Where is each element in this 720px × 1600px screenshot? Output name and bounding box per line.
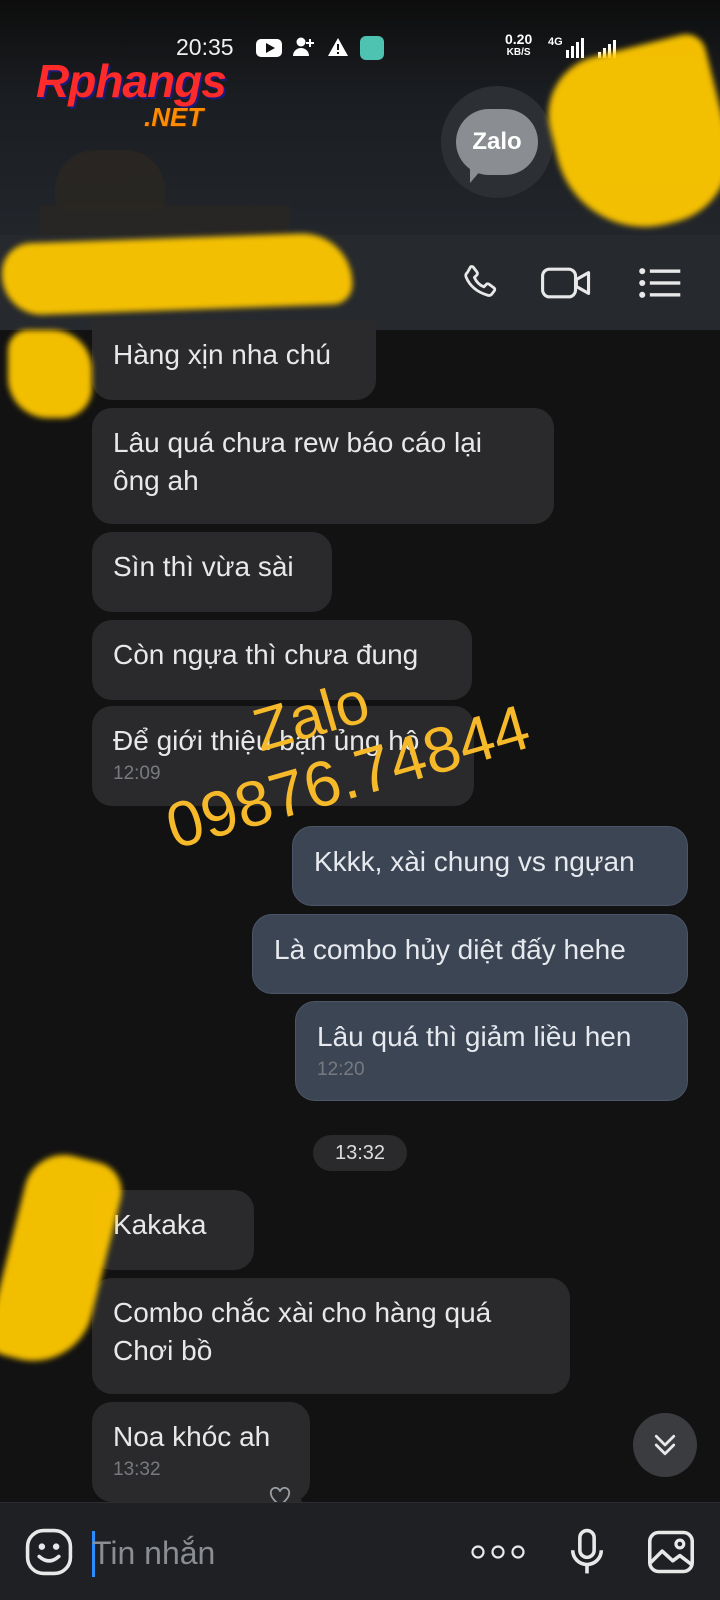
message-outgoing[interactable]: Là combo hủy diệt đấy hehe	[252, 914, 688, 994]
message-text: Lâu quá chưa rew báo cáo lại ông ah	[113, 427, 482, 496]
network-speed-value: 0.20	[505, 31, 533, 47]
message-text: Noa khóc ah	[113, 1421, 271, 1452]
message-text: Combo chắc xài cho hàng quá Chơi bồ	[113, 1297, 492, 1366]
message-time: 12:09	[113, 763, 161, 784]
video-call-button[interactable]	[540, 257, 592, 309]
message-text: Lâu quá thì giảm liều hen	[317, 1021, 632, 1052]
image-icon	[648, 1530, 694, 1574]
message-incoming[interactable]: Còn ngựa thì chưa đung	[92, 620, 472, 700]
message-outgoing[interactable]: Kkkk, xài chung vs ngựan	[292, 826, 688, 906]
message-incoming[interactable]: Lâu quá chưa rew báo cáo lại ông ah	[92, 408, 554, 524]
voice-message-button[interactable]	[560, 1525, 614, 1579]
message-text: Là combo hủy diệt đấy hehe	[274, 934, 626, 965]
site-logo-main: Rphangs	[36, 55, 227, 107]
scroll-down-button[interactable]	[633, 1413, 697, 1477]
microphone-icon	[570, 1528, 604, 1574]
more-icon	[471, 1545, 525, 1559]
site-logo-suffix: .NET	[144, 102, 204, 132]
video-call-icon	[541, 267, 591, 299]
message-time: 13:32	[113, 1459, 161, 1480]
time-separator: 13:32	[313, 1135, 407, 1171]
message-text: Để giới thiệu bạn ủng hộ	[113, 725, 420, 756]
zalo-icon: Zalo	[441, 86, 553, 198]
more-options-button[interactable]	[466, 1525, 530, 1579]
site-logo: Rphangs .NET	[36, 55, 227, 132]
wallpaper-shelf	[40, 205, 290, 235]
warning-icon	[327, 36, 349, 58]
send-image-button[interactable]	[644, 1525, 698, 1579]
menu-button[interactable]	[634, 257, 686, 309]
emoji-button[interactable]	[22, 1525, 76, 1579]
censor-mark-avatar-2	[8, 330, 92, 418]
menu-icon	[639, 268, 681, 298]
message-text: Sìn thì vừa sài	[113, 551, 294, 582]
message-input-bar	[0, 1502, 720, 1600]
emoji-icon	[25, 1528, 73, 1576]
message-incoming[interactable]: Combo chắc xài cho hàng quá Chơi bồ	[92, 1278, 570, 1394]
message-text: Kkkk, xài chung vs ngựan	[314, 846, 635, 877]
phone-icon	[464, 265, 497, 297]
signal-icon	[566, 38, 584, 58]
youtube-icon	[256, 39, 282, 57]
censor-mark-contact-name	[0, 231, 354, 317]
message-input[interactable]	[92, 1531, 452, 1575]
message-text: Còn ngựa thì chưa đung	[113, 639, 419, 670]
scroll-down-icon	[654, 1434, 676, 1456]
message-time: 12:20	[317, 1059, 365, 1080]
network-speed: 0.20 KB/S	[505, 32, 532, 60]
message-text: Kakaka	[113, 1209, 207, 1240]
message-incoming[interactable]: Hàng xịn nha chú	[92, 320, 376, 400]
message-incoming[interactable]: Sìn thì vừa sài	[92, 532, 332, 612]
zalo-bubble: Zalo	[456, 109, 538, 183]
wallpaper-plant	[55, 150, 165, 210]
message-incoming[interactable]: Để giới thiệu bạn ủng hộ 12:09	[92, 706, 474, 806]
phone-call-button[interactable]	[454, 257, 506, 309]
message-text: Hàng xịn nha chú	[113, 339, 331, 370]
zalo-label: Zalo	[472, 128, 522, 155]
add-user-icon	[292, 36, 316, 58]
message-outgoing[interactable]: Lâu quá thì giảm liều hen 12:20	[295, 1001, 688, 1101]
network-speed-unit: KB/S	[506, 47, 531, 58]
app-icon	[360, 36, 384, 60]
network-type: 4G	[548, 36, 563, 48]
